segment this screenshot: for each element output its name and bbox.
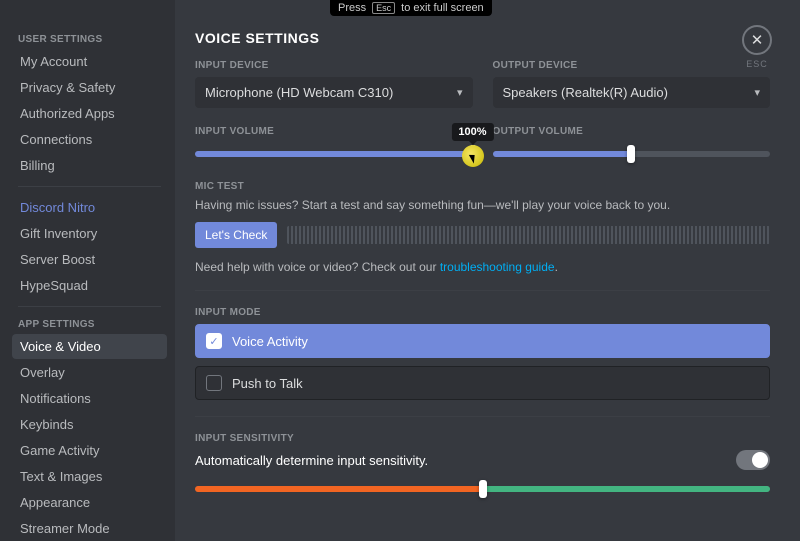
sidebar-item-voice-video[interactable]: Voice & Video (12, 334, 167, 359)
sidebar-separator (18, 186, 161, 187)
sensitivity-slider[interactable] (195, 478, 770, 498)
slider-thumb[interactable] (627, 145, 635, 163)
close-button[interactable]: ✕ (742, 25, 772, 55)
sidebar-item-server-boost[interactable]: Server Boost (12, 247, 167, 272)
troubleshoot-suffix: . (555, 260, 558, 274)
slider-fill (195, 151, 473, 157)
output-volume-slider[interactable] (493, 143, 771, 163)
mic-test-help: Having mic issues? Start a test and say … (195, 198, 770, 212)
mic-test-button[interactable]: Let's Check (195, 222, 277, 248)
troubleshooting-link[interactable]: troubleshooting guide (440, 260, 555, 274)
sidebar-item-privacy-safety[interactable]: Privacy & Safety (12, 75, 167, 100)
troubleshoot-text: Need help with voice or video? Check out… (195, 260, 770, 274)
sidebar-item-overlay[interactable]: Overlay (12, 360, 167, 385)
mode-option-label: Voice Activity (232, 334, 308, 349)
auto-sensitivity-label: Automatically determine input sensitivit… (195, 453, 428, 468)
input-device-value: Microphone (HD Webcam C310) (205, 85, 393, 100)
input-device-select[interactable]: Microphone (HD Webcam C310) ▾ (195, 77, 473, 108)
output-device-select[interactable]: Speakers (Realtek(R) Audio) ▾ (493, 77, 771, 108)
toggle-knob (752, 452, 768, 468)
slider-fill (493, 151, 632, 157)
slider-thumb[interactable] (469, 145, 477, 163)
close-icon: ✕ (751, 31, 764, 49)
sidebar-item-streamer-mode[interactable]: Streamer Mode (12, 516, 167, 541)
sidebar-item-notifications[interactable]: Notifications (12, 386, 167, 411)
input-volume-slider[interactable]: 100% (195, 143, 473, 163)
sidebar-separator (18, 306, 161, 307)
settings-sidebar: User Settings My Account Privacy & Safet… (0, 0, 175, 541)
page-title: VOICE SETTINGS (195, 30, 770, 46)
slider-fill-low (195, 486, 483, 492)
sidebar-item-billing[interactable]: Billing (12, 153, 167, 178)
label-input-volume: Input Volume (195, 126, 473, 137)
sidebar-item-keybinds[interactable]: Keybinds (12, 412, 167, 437)
label-output-volume: Output Volume (493, 126, 771, 137)
label-input-sensitivity: Input Sensitivity (195, 433, 770, 444)
sidebar-header-app: App Settings (12, 315, 167, 334)
main-content: ✕ ESC VOICE SETTINGS Input Device Microp… (175, 0, 800, 541)
checkbox-icon (206, 375, 222, 391)
close-esc-label: ESC (742, 59, 772, 69)
checkbox-icon: ✓ (206, 333, 222, 349)
input-mode-voice-activity[interactable]: ✓ Voice Activity (195, 324, 770, 358)
sidebar-item-text-images[interactable]: Text & Images (12, 464, 167, 489)
divider (195, 416, 770, 417)
label-mic-test: Mic Test (195, 181, 770, 192)
auto-sensitivity-toggle[interactable] (736, 450, 770, 470)
label-output-device: Output Device (493, 60, 771, 71)
sidebar-item-gift-inventory[interactable]: Gift Inventory (12, 221, 167, 246)
troubleshoot-prefix: Need help with voice or video? Check out… (195, 260, 440, 274)
sidebar-item-appearance[interactable]: Appearance (12, 490, 167, 515)
sidebar-item-game-activity[interactable]: Game Activity (12, 438, 167, 463)
divider (195, 290, 770, 291)
sidebar-item-connections[interactable]: Connections (12, 127, 167, 152)
sidebar-item-hypesquad[interactable]: HypeSquad (12, 273, 167, 298)
chevron-down-icon: ▾ (457, 86, 463, 99)
slider-thumb[interactable] (479, 480, 487, 498)
chevron-down-icon: ▾ (754, 86, 760, 99)
sidebar-item-my-account[interactable]: My Account (12, 49, 167, 74)
mode-option-label: Push to Talk (232, 376, 303, 391)
slider-tooltip: 100% (451, 123, 493, 141)
sidebar-item-authorized-apps[interactable]: Authorized Apps (12, 101, 167, 126)
sidebar-header-user: User Settings (12, 30, 167, 49)
sidebar-item-discord-nitro[interactable]: Discord Nitro (12, 195, 167, 220)
input-mode-push-to-talk[interactable]: Push to Talk (195, 366, 770, 400)
slider-fill-high (483, 486, 771, 492)
label-input-device: Input Device (195, 60, 473, 71)
label-input-mode: Input Mode (195, 307, 770, 318)
output-device-value: Speakers (Realtek(R) Audio) (503, 85, 668, 100)
mic-vu-meter (287, 226, 770, 244)
